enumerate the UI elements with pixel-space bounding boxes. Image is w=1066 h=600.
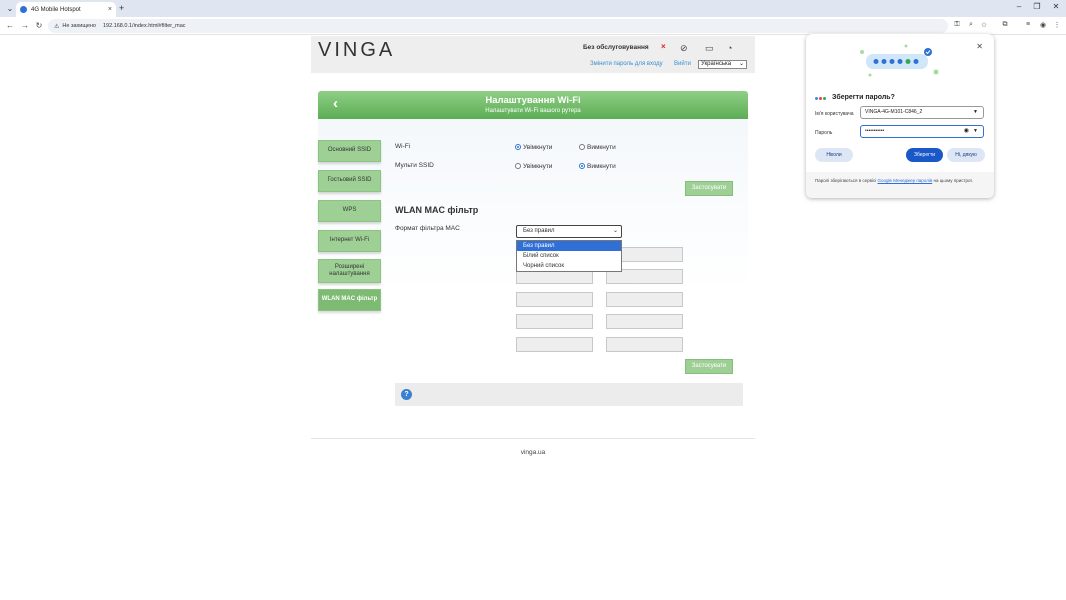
language-select[interactable]: Українська ⌄ — [698, 60, 747, 69]
wifi-off-label: Вимкнути — [587, 144, 616, 151]
tab-close-icon[interactable]: × — [108, 6, 112, 13]
sidebar-item-main-ssid[interactable]: Основний SSID — [318, 140, 381, 162]
caret-down-icon: ▼ — [973, 109, 978, 115]
media-icon[interactable]: ≡ — [1023, 21, 1033, 28]
password-manager-link[interactable]: Google Менеджер паролів — [878, 178, 933, 183]
help-icon[interactable]: ? — [401, 389, 412, 400]
mac-apply-button[interactable]: Застосувати — [685, 359, 733, 374]
wifi-apply-button[interactable]: Застосувати — [685, 181, 733, 196]
close-icon[interactable]: ✕ — [976, 42, 983, 51]
dropdown-option-no-rules[interactable]: Без правил — [517, 241, 621, 251]
browser-toolbar: ← → ↻ ⚠ Не захищено 192.168.0.1/index.ht… — [0, 17, 1066, 35]
menu-icon[interactable]: ⋮ — [1052, 21, 1062, 29]
never-button[interactable]: Ніколи — [815, 148, 853, 162]
dropdown-option-blacklist[interactable]: Чорний список — [517, 261, 621, 271]
network-status: Без обслуговування — [583, 44, 649, 51]
multi-ssid-off-radio[interactable] — [579, 163, 585, 169]
battery-icon: ▭ — [705, 43, 714, 53]
username-value: VINGA-4G-M101-C846_2 — [865, 109, 923, 115]
mac-address-input[interactable] — [516, 314, 593, 329]
chevron-down-icon: ⌄ — [612, 228, 618, 234]
browser-tab[interactable]: 4G Mobile Hotspot × — [16, 2, 116, 17]
dialog-title: Зберегти пароль? — [832, 94, 895, 101]
eye-icon[interactable]: ◉ — [964, 126, 969, 137]
password-field[interactable]: ••••••••••• ◉ ▼ — [860, 125, 984, 138]
favicon-icon — [20, 6, 27, 13]
multi-ssid-on-label: Увімкнути — [523, 163, 553, 170]
wifi-on-label: Увімкнути — [523, 144, 553, 151]
mac-format-label: Формат фільтра MAC — [395, 225, 460, 232]
mac-address-input[interactable] — [516, 292, 593, 307]
password-value: ••••••••••• — [865, 128, 885, 134]
extensions-icon[interactable]: ⧉ — [1000, 21, 1010, 29]
wifi-signal-icon: ◔ — [727, 43, 733, 53]
dropdown-option-whitelist[interactable]: Білий список — [517, 251, 621, 261]
select-value: Без правил — [523, 228, 555, 234]
mac-address-input[interactable] — [606, 337, 683, 352]
password-illustration-icon — [860, 44, 939, 77]
sidebar-item-internet-wifi[interactable]: Інтернет Wi-Fi — [318, 230, 381, 252]
not-secure-label: Не захищено — [62, 23, 96, 29]
multi-ssid-on-radio[interactable] — [515, 163, 521, 169]
wifi-settings-panel: ‹ Налаштування Wi-Fi Налаштувати Wi-Fi в… — [318, 91, 748, 421]
page-subtitle: Налаштувати Wi-Fi вашого рутера — [485, 108, 581, 114]
forward-arrow-icon[interactable]: → — [19, 20, 31, 32]
chevron-down-icon: ⌄ — [738, 61, 744, 67]
router-header: VINGA Без обслуговування × ⊘ ▭ ◔ Змінити… — [311, 36, 755, 73]
multi-ssid-label: Мульти SSID — [395, 162, 434, 169]
no-thanks-button[interactable]: Ні, дякую — [947, 148, 985, 162]
status-error-mark: × — [661, 42, 666, 51]
mac-address-input[interactable] — [606, 314, 683, 329]
tab-search-icon[interactable]: ⌄ — [4, 3, 16, 14]
change-password-link[interactable]: Змінити пароль для входу — [590, 61, 663, 67]
sidebar-item-mac-filter[interactable]: WLAN MAC фільтр — [318, 289, 381, 311]
caret-down-icon: ▼ — [973, 128, 978, 134]
username-label: Ім'я користувача — [815, 111, 854, 117]
minimize-icon[interactable]: – — [1013, 2, 1025, 11]
page-title: Налаштування Wi-Fi — [485, 95, 581, 106]
warning-icon: ⚠ — [54, 23, 60, 30]
zoom-icon[interactable]: ⌕ — [966, 21, 976, 29]
restore-icon[interactable]: ❐ — [1031, 2, 1043, 11]
vinga-logo: VINGA — [318, 39, 396, 61]
url-text: 192.168.0.1/index.html#filter_mac — [102, 23, 186, 29]
wifi-off-radio[interactable] — [579, 144, 585, 150]
bookmark-star-icon[interactable]: ☆ — [979, 21, 989, 29]
reload-icon[interactable]: ↻ — [33, 20, 45, 32]
wifi-label: Wi-Fi — [395, 143, 411, 150]
footer-divider — [311, 438, 755, 439]
sidebar-item-guest-ssid[interactable]: Гостьовий SSID — [318, 170, 381, 192]
window-close-icon[interactable]: ✕ — [1050, 2, 1062, 11]
logout-link[interactable]: Вийти — [674, 61, 691, 67]
address-bar[interactable]: ⚠ Не захищено 192.168.0.1/index.html#fil… — [48, 19, 948, 33]
mac-filter-format-select[interactable]: Без правил ⌄ — [516, 225, 622, 238]
mac-address-input[interactable] — [606, 292, 683, 307]
save-button[interactable]: Зберегти — [906, 148, 943, 162]
password-label: Пароль — [815, 130, 833, 136]
google-logo-icon — [815, 95, 827, 101]
sidebar-item-wps[interactable]: WPS — [318, 200, 381, 222]
username-field[interactable]: VINGA-4G-M101-C846_2 ▼ — [860, 106, 984, 119]
footer-text: vinga.ua — [520, 449, 546, 456]
panel-header: ‹ Налаштування Wi-Fi Налаштувати Wi-Fi в… — [318, 91, 748, 119]
wifi-on-radio[interactable] — [515, 144, 521, 150]
help-bar: ? — [395, 383, 743, 406]
save-password-dialog: ✕ Зберегти пароль? Ім'я користувача VING… — [806, 34, 994, 198]
language-value: Українська — [701, 61, 732, 67]
globe-offline-icon: ⊘ — [680, 43, 688, 53]
mac-filter-title: WLAN MAC фільтр — [395, 205, 479, 215]
sidebar-item-advanced[interactable]: Розширені налаштування — [318, 259, 381, 283]
multi-ssid-off-label: Вимкнути — [587, 163, 616, 170]
new-tab-button[interactable]: + — [119, 3, 124, 14]
password-key-icon[interactable]: ⚿ — [952, 21, 962, 29]
browser-tab-bar: ⌄ 4G Mobile Hotspot × + – ❐ ✕ — [0, 0, 1066, 17]
back-arrow-icon[interactable]: ← — [4, 20, 16, 32]
mac-address-input[interactable] — [516, 337, 593, 352]
password-manager-note: Паролі зберігаються в сервісі Google Мен… — [806, 172, 994, 198]
mac-filter-dropdown: Без правил Білий список Чорний список — [516, 240, 622, 272]
profile-icon[interactable]: ◉ — [1038, 21, 1048, 29]
tab-title: 4G Mobile Hotspot — [31, 6, 81, 13]
